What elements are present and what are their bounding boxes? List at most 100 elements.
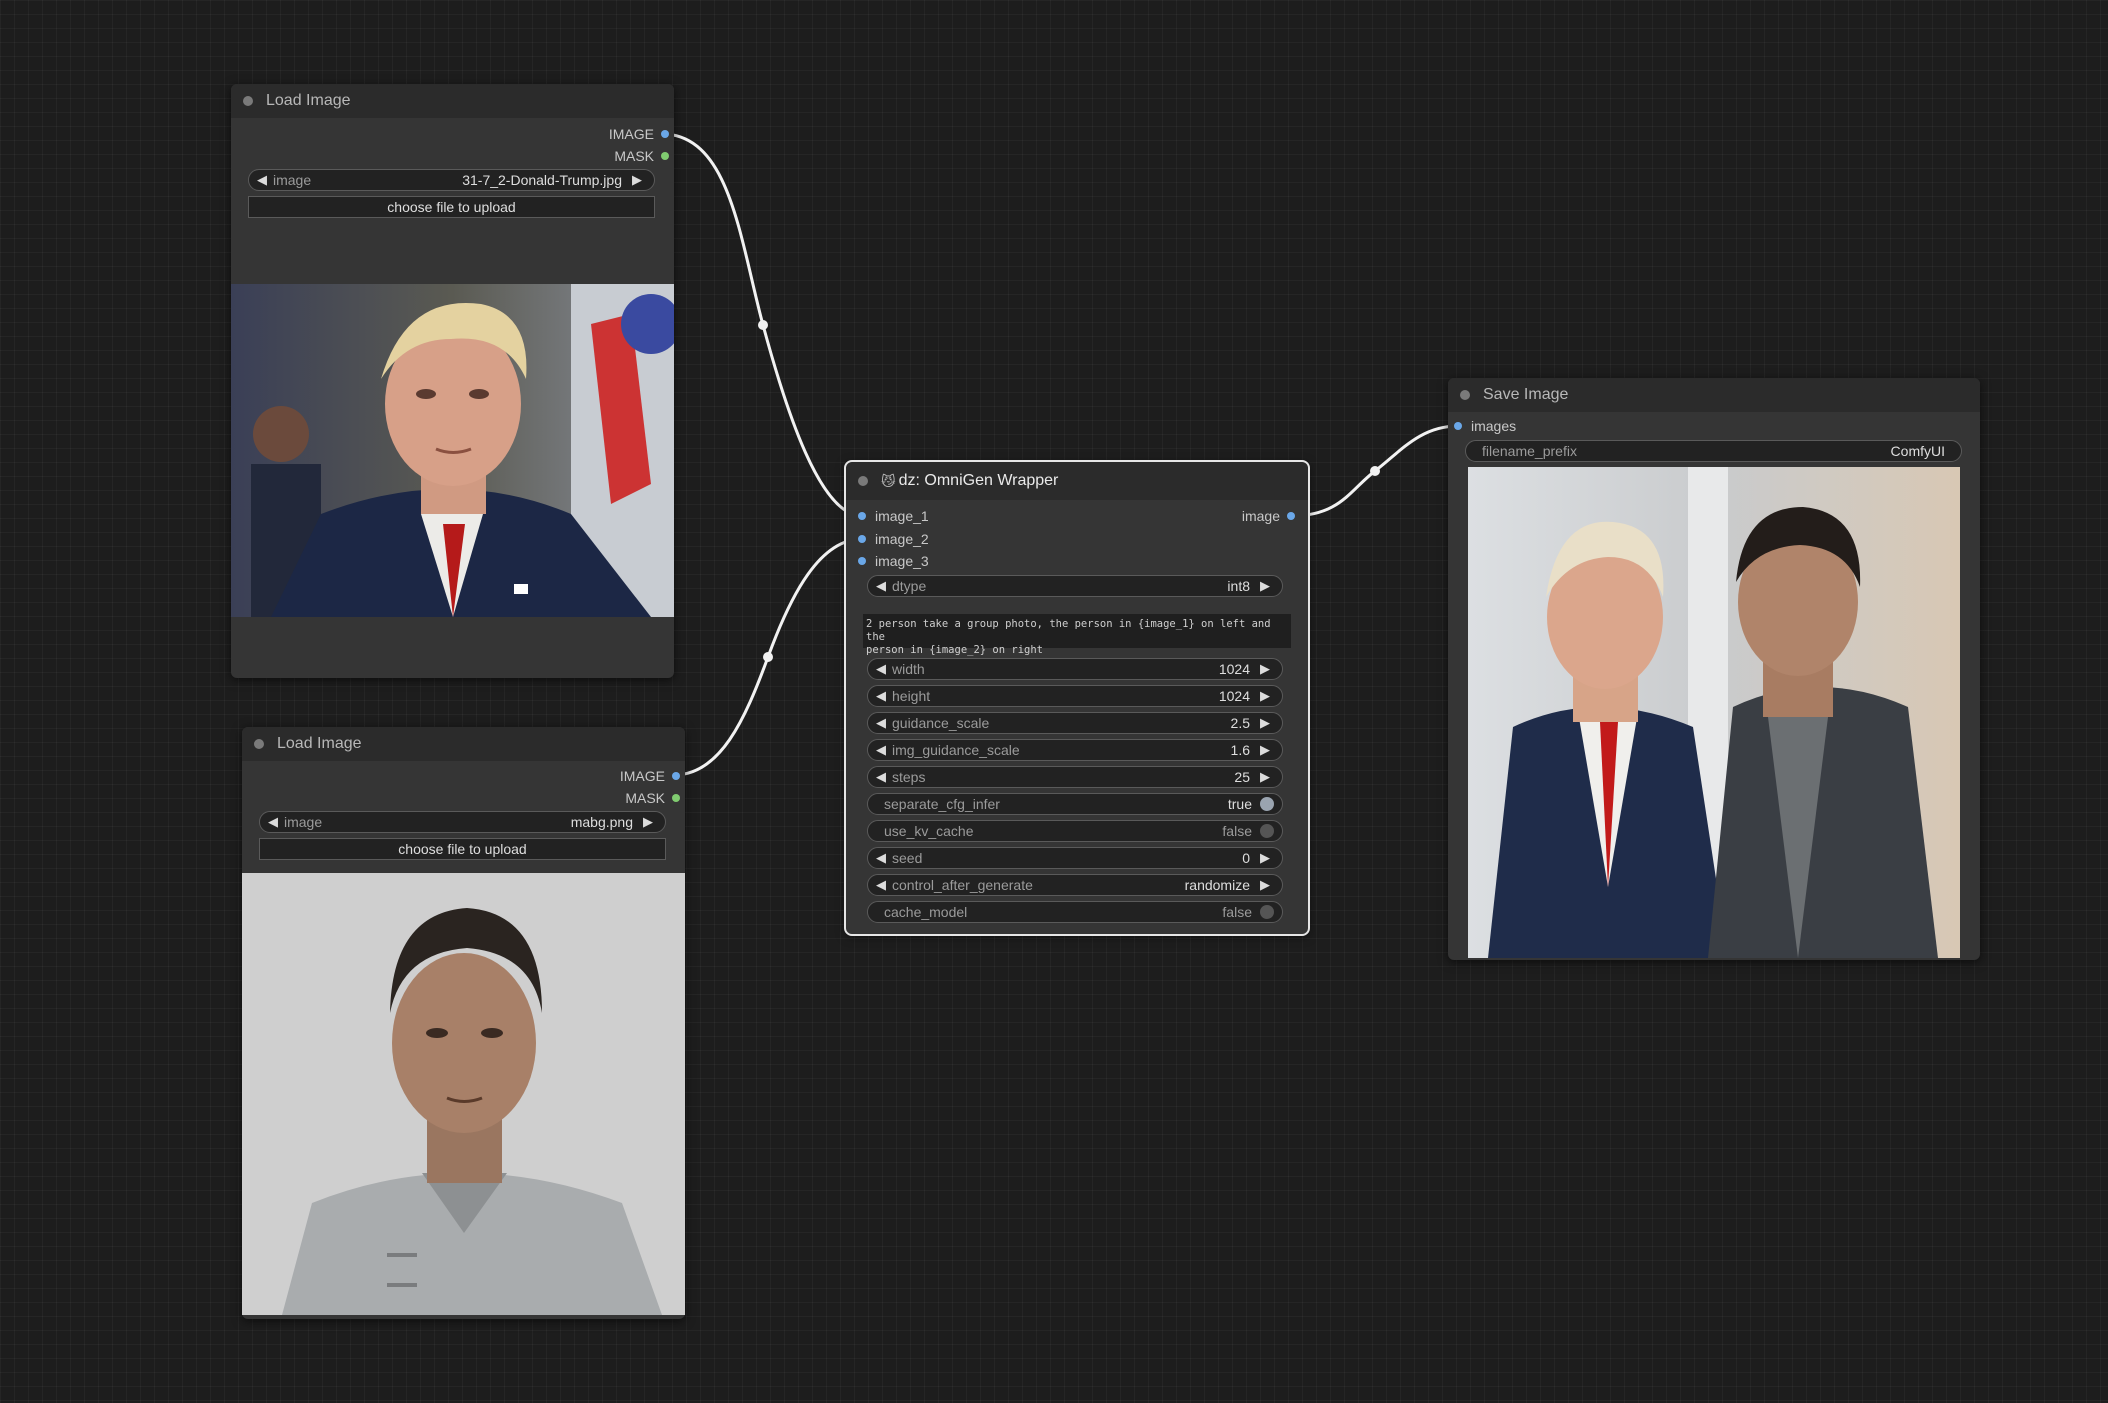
triangle-left-icon[interactable]: ◀ [876, 578, 890, 594]
widget-value: mabg.png [570, 814, 633, 830]
slot-dot-icon[interactable] [858, 535, 866, 543]
cat-face-icon: 😼 [881, 472, 896, 489]
triangle-left-icon[interactable]: ◀ [876, 661, 890, 677]
slot-dot-icon[interactable] [672, 772, 680, 780]
widget-label: dtype [892, 578, 927, 594]
slot-dot-icon[interactable] [858, 512, 866, 520]
filename-prefix-widget[interactable]: filename_prefix ComfyUI [1465, 440, 1962, 462]
widget-value: 1024 [1218, 688, 1250, 704]
node-title: Load Image [277, 735, 362, 752]
input-slot-image-1[interactable]: image_1 [858, 506, 929, 526]
image-combo-widget[interactable]: ◀ image 31-7_2-Donald-Trump.jpg ▶ [248, 169, 655, 191]
widget-label: control_after_generate [892, 877, 1033, 893]
title-dot-icon[interactable] [858, 476, 868, 486]
output-slot-image[interactable]: image [1242, 506, 1295, 526]
toggle-knob-icon[interactable] [1260, 797, 1274, 811]
input-slot-images[interactable]: images [1454, 416, 1516, 436]
cache-model-toggle[interactable]: cache_model false [867, 901, 1283, 923]
triangle-left-icon[interactable]: ◀ [876, 688, 890, 704]
widget-value: 0 [1242, 850, 1250, 866]
widget-label: filename_prefix [1482, 443, 1577, 459]
node-graph-canvas[interactable]: Load Image IMAGE MASK ◀ image 31-7_2-Don… [0, 0, 2108, 1403]
node-title-bar[interactable]: Save Image [1448, 378, 1980, 412]
triangle-right-icon[interactable]: ▶ [1260, 688, 1274, 704]
dtype-combo[interactable]: ◀ dtype int8 ▶ [867, 575, 1283, 597]
link-midpoint-2[interactable] [763, 652, 773, 662]
slot-dot-icon[interactable] [672, 794, 680, 802]
slot-label: image [1241, 508, 1280, 524]
height-number-widget[interactable]: ◀ height 1024 ▶ [867, 685, 1283, 707]
triangle-left-icon[interactable]: ◀ [876, 850, 890, 866]
slot-dot-icon[interactable] [1454, 422, 1462, 430]
triangle-right-icon[interactable]: ▶ [1260, 578, 1274, 594]
steps-widget[interactable]: ◀ steps 25 ▶ [867, 766, 1283, 788]
triangle-right-icon[interactable]: ▶ [1260, 850, 1274, 866]
widget-label: img_guidance_scale [892, 742, 1020, 758]
triangle-right-icon[interactable]: ▶ [1260, 769, 1274, 785]
load-image-node-1[interactable]: Load Image IMAGE MASK ◀ image 31-7_2-Don… [231, 84, 674, 678]
control-after-generate-combo[interactable]: ◀ control_after_generate randomize ▶ [867, 874, 1283, 896]
widget-value: 1024 [1218, 661, 1250, 677]
node-title-bar[interactable]: Load Image [231, 84, 674, 118]
triangle-right-icon[interactable]: ▶ [1260, 742, 1274, 758]
upload-button[interactable]: choose file to upload [259, 838, 666, 860]
upload-button[interactable]: choose file to upload [248, 196, 655, 218]
output-slot-image[interactable]: IMAGE [620, 766, 680, 786]
omnigen-wrapper-node[interactable]: 😼 dz: OmniGen Wrapper image_1 image_2 im… [844, 460, 1310, 936]
triangle-right-icon[interactable]: ▶ [643, 814, 657, 830]
node-title-bar[interactable]: Load Image [242, 727, 685, 761]
image-combo-widget[interactable]: ◀ image mabg.png ▶ [259, 811, 666, 833]
toggle-knob-icon[interactable] [1260, 824, 1274, 838]
triangle-left-icon[interactable]: ◀ [876, 769, 890, 785]
link-midpoint-1[interactable] [758, 320, 768, 330]
widget-label: height [892, 688, 931, 704]
widget-value: false [1222, 823, 1252, 839]
slot-dot-icon[interactable] [1287, 512, 1295, 520]
slot-dot-icon[interactable] [661, 130, 669, 138]
title-dot-icon[interactable] [1460, 390, 1470, 400]
triangle-left-icon[interactable]: ◀ [876, 742, 890, 758]
use-kv-cache-toggle[interactable]: use_kv_cache false [867, 820, 1283, 842]
slot-label: MASK [614, 148, 654, 164]
title-dot-icon[interactable] [243, 96, 253, 106]
save-image-node[interactable]: Save Image images filename_prefix ComfyU… [1448, 378, 1980, 960]
img-guidance-scale-widget[interactable]: ◀ img_guidance_scale 1.6 ▶ [867, 739, 1283, 761]
node-title: Load Image [266, 92, 351, 109]
input-slot-image-2[interactable]: image_2 [858, 529, 929, 549]
triangle-left-icon[interactable]: ◀ [876, 877, 890, 893]
guidance-scale-widget[interactable]: ◀ guidance_scale 2.5 ▶ [867, 712, 1283, 734]
toggle-knob-icon[interactable] [1260, 905, 1274, 919]
widget-label: guidance_scale [892, 715, 990, 731]
triangle-left-icon[interactable]: ◀ [876, 715, 890, 731]
triangle-right-icon[interactable]: ▶ [1260, 877, 1274, 893]
output-slot-mask[interactable]: MASK [614, 146, 669, 166]
slot-label: images [1471, 418, 1517, 434]
width-number-widget[interactable]: ◀ width 1024 ▶ [867, 658, 1283, 680]
output-slot-mask[interactable]: MASK [625, 788, 680, 808]
prompt-textarea[interactable]: 2 person take a group photo, the person … [863, 614, 1291, 656]
slot-dot-icon[interactable] [661, 152, 669, 160]
input-slot-image-3[interactable]: image_3 [858, 551, 929, 571]
title-dot-icon[interactable] [254, 739, 264, 749]
image-preview [242, 873, 685, 1315]
node-title-bar[interactable]: 😼 dz: OmniGen Wrapper [846, 462, 1308, 500]
widget-value: int8 [1227, 578, 1250, 594]
load-image-node-2[interactable]: Load Image IMAGE MASK ◀ image mabg.png ▶… [242, 727, 685, 1319]
widget-label: seed [892, 850, 923, 866]
triangle-left-icon[interactable]: ◀ [257, 172, 271, 188]
widget-value: 31-7_2-Donald-Trump.jpg [462, 172, 622, 188]
slot-label: image_2 [875, 531, 929, 547]
triangle-left-icon[interactable]: ◀ [268, 814, 282, 830]
triangle-right-icon[interactable]: ▶ [1260, 715, 1274, 731]
widget-label: use_kv_cache [884, 823, 974, 839]
link-midpoint-3[interactable] [1370, 466, 1380, 476]
slot-label: IMAGE [608, 126, 654, 142]
output-slot-image[interactable]: IMAGE [609, 124, 669, 144]
slot-dot-icon[interactable] [858, 557, 866, 565]
triangle-right-icon[interactable]: ▶ [1260, 661, 1274, 677]
widget-value: true [1227, 796, 1252, 812]
separate-cfg-infer-toggle[interactable]: separate_cfg_infer true [867, 793, 1283, 815]
seed-widget[interactable]: ◀ seed 0 ▶ [867, 847, 1283, 869]
triangle-right-icon[interactable]: ▶ [632, 172, 646, 188]
output-image-preview [1468, 467, 1960, 958]
